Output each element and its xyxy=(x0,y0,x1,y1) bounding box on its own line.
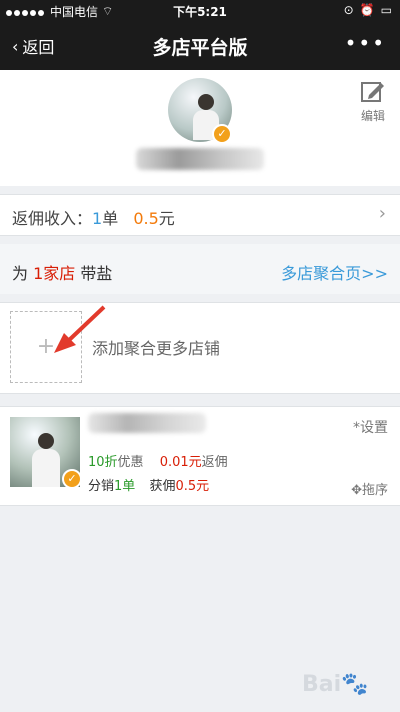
stores-suffix: 带盐 xyxy=(75,264,113,283)
stores-prefix: 为 xyxy=(12,264,34,283)
edit-label: 编辑 xyxy=(360,109,385,123)
shop-settings-button[interactable]: *设置 xyxy=(353,417,388,437)
commission-label: 返佣收入： xyxy=(12,209,93,228)
commission-amount: 0.5 xyxy=(133,209,159,228)
edit-button[interactable]: 编辑 xyxy=(358,80,388,124)
asterisk-icon: * xyxy=(353,420,360,436)
shop-discount-line: 10折优惠 0.01元返佣 xyxy=(88,451,228,470)
status-time: 下午5:21 xyxy=(173,5,227,19)
stores-header-row: 为 1家店 带盐 多店聚合页>> xyxy=(0,244,400,294)
blurred-shop-name xyxy=(88,413,206,433)
sales-value: 1单 xyxy=(114,479,136,494)
earnings-value: 0.5元 xyxy=(175,479,210,494)
more-options-button[interactable]: ••• xyxy=(345,31,386,55)
commission-count: 1 xyxy=(92,209,103,228)
sales-label: 分销 xyxy=(88,479,115,494)
lock-rotation-icon: ⊙ xyxy=(343,3,354,17)
shop-list-item[interactable]: ✓ 10折优惠 0.01元返佣 分销1单 获佣0.5元 *设置 ✥拖序 xyxy=(0,406,400,506)
add-store-row[interactable]: + 添加聚合更多店铺 xyxy=(0,302,400,394)
battery-icon: ▭ xyxy=(380,3,392,17)
commission-count-unit: 单 xyxy=(102,209,119,228)
baidu-watermark-logo: Bai🐾 xyxy=(302,672,382,706)
commission-value: 0.01元 xyxy=(159,455,202,470)
status-bar: 中国电信 ⌔ 下午5:21 ⊙ ⏰ ▭ xyxy=(0,0,400,22)
commission-rate-label: 返佣 xyxy=(201,455,228,470)
earnings-label: 获佣 xyxy=(149,479,176,494)
commission-amount-unit: 元 xyxy=(158,209,175,228)
red-arrow-annotation-icon xyxy=(54,305,106,353)
settings-label: 设置 xyxy=(360,420,388,436)
discount-label: 优惠 xyxy=(117,455,144,470)
watermark-text: Bai xyxy=(302,672,342,697)
verified-badge-icon: ✓ xyxy=(212,124,232,144)
discount-value: 10折 xyxy=(88,455,118,470)
profile-section: ✓ 编辑 xyxy=(0,70,400,186)
commission-income-row[interactable]: 返佣收入：1单 0.5元 › xyxy=(0,194,400,236)
multi-store-page-link[interactable]: 多店聚合页>> xyxy=(281,260,388,284)
edit-icon xyxy=(361,82,384,102)
blurred-store-name xyxy=(136,148,264,170)
alarm-icon: ⏰ xyxy=(359,3,375,17)
chevron-right-icon: › xyxy=(378,203,386,224)
move-icon: ✥ xyxy=(351,483,362,498)
store-count: 1家店 xyxy=(33,264,76,283)
paw-icon: 🐾 xyxy=(341,672,369,697)
drag-sort-handle[interactable]: ✥拖序 xyxy=(351,479,388,498)
verified-badge-icon: ✓ xyxy=(62,469,82,489)
shop-sales-line: 分销1单 获佣0.5元 xyxy=(88,475,209,494)
sort-label: 拖序 xyxy=(361,483,388,498)
page-title: 多店平台版 xyxy=(152,37,248,59)
nav-bar: ‹ 返回 多店平台版 ••• xyxy=(0,22,400,70)
